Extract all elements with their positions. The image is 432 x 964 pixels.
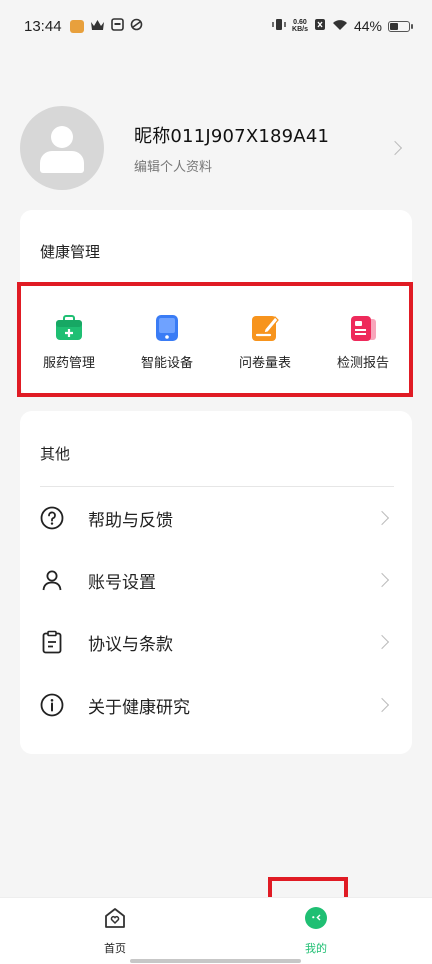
edit-profile-link[interactable]: 编辑个人资料	[134, 156, 329, 175]
home-icon	[103, 906, 127, 934]
other-card: 其他 帮助与反馈 账号设置 协议与条款 关于健康研究	[20, 411, 412, 754]
avatar-head	[51, 126, 73, 148]
chevron-right-icon	[374, 510, 390, 526]
speed-value: 0.60	[293, 19, 307, 26]
battery-percent: 44%	[353, 18, 382, 34]
message-icon	[110, 18, 124, 34]
battery-level	[390, 22, 398, 30]
chevron-right-icon	[374, 697, 390, 713]
clipboard-icon	[40, 630, 64, 654]
home-indicator[interactable]	[130, 959, 301, 963]
avatar[interactable]	[20, 106, 104, 190]
chevron-right-icon	[374, 634, 390, 650]
account-icon	[40, 568, 64, 592]
nickname: 昵称011J907X189A41	[134, 125, 330, 147]
menu-item-account-settings[interactable]: 账号设置	[20, 551, 412, 609]
network-speed: 0.60 KB/s	[292, 19, 308, 33]
status-bar: 13:44 0.60 KB/s 44%	[0, 0, 432, 52]
tab-home[interactable]: 首页	[75, 906, 155, 956]
menu-item-label: 协议与条款	[88, 634, 173, 655]
vibrate-icon	[272, 18, 286, 34]
chevron-right-icon	[387, 140, 403, 156]
menu-item-help-feedback[interactable]: 帮助与反馈	[20, 489, 412, 547]
no-sim-icon	[314, 18, 326, 34]
highlight-health-tools	[17, 282, 413, 397]
health-management-title: 健康管理	[40, 243, 101, 261]
speed-unit: KB/s	[292, 26, 308, 33]
status-time: 13:44	[24, 17, 62, 35]
app-notification-icon	[69, 19, 84, 33]
tab-mine-label: 我的	[305, 942, 327, 955]
other-title: 其他	[40, 445, 71, 463]
menu-item-label: 账号设置	[88, 572, 156, 593]
menu-item-terms[interactable]: 协议与条款	[20, 613, 412, 671]
info-icon	[40, 693, 64, 717]
menu-item-about[interactable]: 关于健康研究	[20, 676, 412, 734]
wifi-icon	[332, 18, 348, 34]
tab-bar: 首页 我的	[0, 897, 432, 964]
mine-face-icon	[304, 906, 328, 934]
battery-icon	[388, 20, 413, 32]
sync-icon	[130, 18, 143, 34]
menu-item-label: 帮助与反馈	[88, 510, 173, 531]
avatar-body	[40, 151, 84, 173]
divider	[40, 486, 394, 487]
crown-icon	[90, 18, 105, 34]
chevron-right-icon	[374, 572, 390, 588]
menu-item-label: 关于健康研究	[88, 697, 190, 718]
profile-info: 昵称011J907X189A41 编辑个人资料	[134, 122, 329, 175]
tab-home-label: 首页	[104, 942, 126, 955]
help-icon	[40, 506, 64, 530]
tab-mine[interactable]: 我的	[276, 906, 356, 956]
profile-header[interactable]: 昵称011J907X189A41 编辑个人资料	[20, 106, 412, 190]
